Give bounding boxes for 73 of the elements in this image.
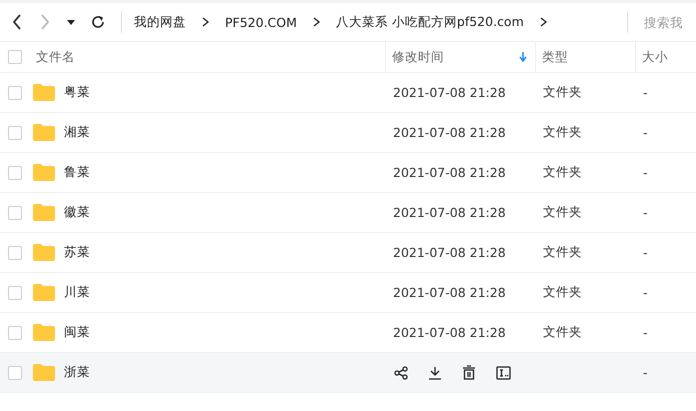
- modified-time: 2021-07-08 21:28: [393, 85, 506, 100]
- refresh-icon[interactable]: [91, 15, 105, 29]
- folder-icon: [33, 124, 55, 141]
- row-checkbox[interactable]: [8, 206, 22, 220]
- select-all-checkbox[interactable]: [8, 50, 22, 64]
- file-size: -: [643, 85, 648, 100]
- file-type: 文件夹: [543, 324, 582, 341]
- file-row[interactable]: 粤菜 2021-07-08 21:28 文件夹 -: [0, 73, 696, 113]
- file-row[interactable]: 湘菜 2021-07-08 21:28 文件夹 -: [0, 113, 696, 153]
- chevron-right-icon: [202, 17, 209, 27]
- modified-time: 2021-07-08 21:28: [393, 125, 506, 140]
- file-type: 文件夹: [543, 284, 582, 301]
- file-size: -: [643, 365, 648, 380]
- file-size: -: [643, 125, 648, 140]
- column-header[interactable]: 类型: [535, 42, 635, 72]
- file-row[interactable]: 徽菜 2021-07-08 21:28 文件夹 -: [0, 193, 696, 233]
- row-checkbox[interactable]: [8, 126, 22, 140]
- column-header[interactable]: 大小: [635, 42, 696, 72]
- file-size: -: [643, 245, 648, 260]
- modified-time: 2021-07-08 21:28: [393, 325, 506, 340]
- file-name[interactable]: 苏菜: [64, 244, 90, 261]
- back-icon[interactable]: [11, 14, 23, 30]
- file-type: 文件夹: [543, 84, 582, 101]
- file-name[interactable]: 川菜: [64, 284, 90, 301]
- modified-time: 2021-07-08 21:28: [393, 165, 506, 180]
- modified-time: 2021-07-08 21:28: [393, 245, 506, 260]
- file-size: -: [643, 325, 648, 340]
- file-size: -: [643, 205, 648, 220]
- folder-icon: [33, 324, 55, 341]
- rename-icon[interactable]: [496, 366, 511, 380]
- file-name[interactable]: 浙菜: [64, 364, 90, 381]
- file-name[interactable]: 粤菜: [64, 84, 90, 101]
- modified-time: 2021-07-08 21:28: [393, 205, 506, 220]
- chevron-right-icon: [540, 17, 547, 27]
- file-name[interactable]: 湘菜: [64, 124, 90, 141]
- file-name[interactable]: 闽菜: [64, 324, 90, 341]
- row-checkbox[interactable]: [8, 326, 22, 340]
- delete-icon[interactable]: [462, 365, 476, 380]
- folder-icon: [33, 204, 55, 221]
- folder-icon: [33, 164, 55, 181]
- column-header[interactable]: 修改时间: [385, 42, 535, 72]
- folder-icon: [33, 84, 55, 101]
- share-icon[interactable]: [394, 366, 408, 380]
- file-name[interactable]: 鲁菜: [64, 164, 90, 181]
- file-size: -: [643, 285, 648, 300]
- file-row[interactable]: 川菜 2021-07-08 21:28 文件夹 -: [0, 273, 696, 313]
- row-checkbox[interactable]: [8, 366, 22, 380]
- file-type: 文件夹: [543, 244, 582, 261]
- folder-icon: [33, 364, 55, 381]
- file-row[interactable]: 浙菜 -: [0, 353, 696, 393]
- dropdown-caret-icon[interactable]: [67, 20, 75, 24]
- breadcrumb-link[interactable]: 八大菜系 小吃配方网pf520.com: [336, 14, 524, 30]
- search-field[interactable]: 搜索我: [640, 14, 696, 30]
- file-type: 文件夹: [543, 164, 582, 181]
- modified-time: 2021-07-08 21:28: [393, 285, 506, 300]
- forward-icon[interactable]: [39, 14, 51, 30]
- chevron-right-icon: [312, 17, 320, 27]
- file-row[interactable]: 苏菜 2021-07-08 21:28 文件夹 -: [0, 233, 696, 273]
- column-header[interactable]: 文件名: [30, 42, 385, 72]
- file-size: -: [643, 165, 648, 180]
- file-type: 文件夹: [543, 204, 582, 221]
- row-checkbox[interactable]: [8, 246, 22, 260]
- folder-icon: [33, 244, 55, 261]
- file-name[interactable]: 徽菜: [64, 204, 90, 221]
- row-checkbox[interactable]: [8, 166, 22, 180]
- file-type: 文件夹: [543, 124, 582, 141]
- row-checkbox[interactable]: [8, 86, 22, 100]
- breadcrumb-link[interactable]: 我的网盘: [134, 14, 186, 30]
- download-icon[interactable]: [428, 366, 442, 380]
- folder-icon: [33, 284, 55, 301]
- breadcrumb-link[interactable]: PF520.COM: [225, 14, 297, 30]
- file-row[interactable]: 鲁菜 2021-07-08 21:28 文件夹 -: [0, 153, 696, 193]
- row-checkbox[interactable]: [8, 286, 22, 300]
